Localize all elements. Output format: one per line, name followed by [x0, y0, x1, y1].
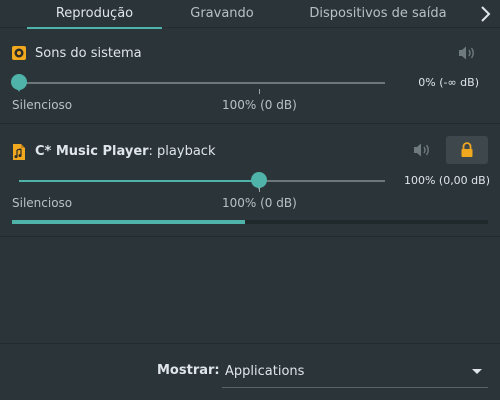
silence-label: Silencioso [12, 196, 73, 210]
volume-slider-handle[interactable] [11, 74, 27, 94]
stream-row-music-player: C* Music Player: playback 100% (0,00 dB)… [0, 124, 500, 237]
silence-label: Silencioso [12, 98, 73, 112]
volume-slider-track[interactable] [19, 180, 385, 182]
tab-bar: Reprodução Gravando Dispositivos de saíd… [0, 0, 500, 29]
lock-channels-button[interactable] [446, 136, 488, 164]
stream-title: Sons do sistema [35, 46, 142, 61]
volume-slider-fill [19, 180, 259, 182]
footer-bar: Mostrar: Applications [0, 343, 500, 400]
volume-slider-track[interactable] [19, 82, 385, 84]
tick-mark [259, 89, 260, 94]
app-name: C* Music Player [35, 144, 149, 159]
reference-label: 100% (0 dB) [222, 196, 297, 210]
peak-level-meter [12, 220, 488, 224]
show-label: Mostrar: [157, 363, 220, 378]
volume-readout: 0% (-∞ dB) [418, 76, 479, 89]
stream-row-system-sounds: Sons do sistema 0% (-∞ dB) Silencioso 10… [0, 28, 500, 124]
tab-playback[interactable]: Reprodução [27, 0, 162, 29]
chevron-right-icon[interactable] [478, 5, 494, 23]
show-filter-dropdown[interactable]: Applications [222, 356, 488, 388]
speaker-icon[interactable] [458, 45, 476, 61]
tick-mark [259, 187, 260, 192]
volume-readout: 100% (0,00 dB) [403, 174, 490, 187]
tab-output-devices[interactable]: Dispositivos de saída [298, 0, 458, 28]
dropdown-arrow-icon [472, 369, 482, 374]
stream-title: C* Music Player: playback [35, 144, 215, 159]
reference-label: 100% (0 dB) [222, 98, 297, 112]
music-file-icon [12, 144, 26, 160]
app-name: Sons do sistema [35, 46, 142, 61]
peak-level-fill [12, 220, 246, 224]
speaker-icon[interactable] [413, 142, 431, 158]
speaker-app-icon [12, 46, 26, 60]
tab-recording[interactable]: Gravando [176, 0, 268, 28]
show-filter-value: Applications [225, 364, 305, 379]
stream-suffix: : playback [148, 144, 216, 159]
lock-icon [461, 142, 473, 157]
